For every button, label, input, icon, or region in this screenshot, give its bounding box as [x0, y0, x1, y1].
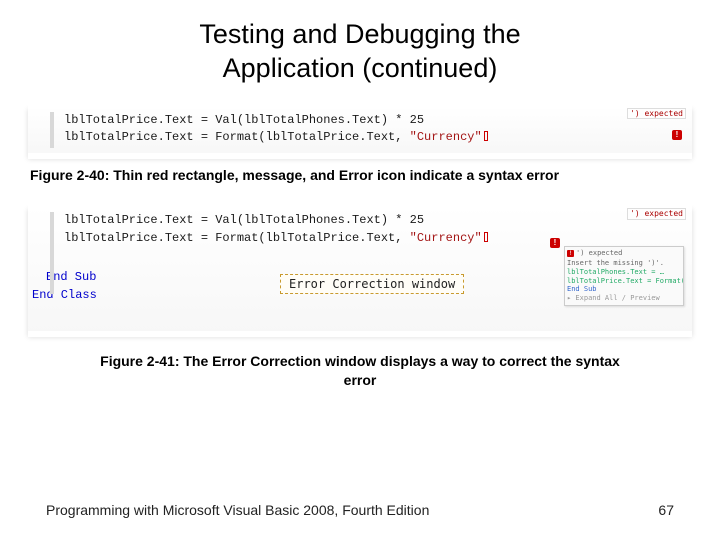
slide-title: Testing and Debugging the Application (c…	[0, 0, 720, 98]
code-line: lblTotalPrice.Text = Format(lblTotalPric…	[64, 129, 684, 146]
syntax-error-rectangle	[484, 131, 488, 141]
figure-2-40-code-strip: lblTotalPrice.Text = Val(lblTotalPhones.…	[28, 106, 692, 156]
syntax-error-rectangle	[484, 232, 488, 242]
code-line: lblTotalPrice.Text = Val(lblTotalPhones.…	[64, 112, 684, 129]
page-number: 67	[658, 502, 674, 518]
error-icon: !	[672, 130, 682, 140]
error-correction-window-label: Error Correction window	[280, 274, 464, 294]
code-text: lblTotalPrice.Text = Format(lblTotalPric…	[64, 130, 410, 144]
code-string-literal: "Currency"	[410, 130, 482, 144]
code-line: lblTotalPrice.Text = Format(lblTotalPric…	[64, 230, 684, 247]
code-text: lblTotalPrice.Text = Format(lblTotalPric…	[64, 231, 410, 245]
code-text: lblTotalPrice.Text = Val(lblTotalPhones.…	[64, 113, 424, 127]
slide-footer: Programming with Microsoft Visual Basic …	[0, 502, 720, 518]
error-expected-tag: ') expected	[627, 208, 686, 220]
panel-header-text: ') expected	[576, 249, 622, 258]
panel-preview-end-sub: End Sub	[567, 285, 681, 294]
panel-expand-link: ▸ Expand All / Preview	[567, 294, 681, 303]
panel-error-icon: !	[567, 250, 574, 257]
title-line-2: Application (continued)	[223, 53, 498, 83]
code-gutter	[50, 112, 54, 148]
code-gutter	[50, 212, 54, 294]
figure-2-41-code-strip: lblTotalPrice.Text = Val(lblTotalPhones.…	[28, 206, 692, 334]
code-line: lblTotalPrice.Text = Val(lblTotalPhones.…	[64, 212, 684, 229]
error-correction-panel: ! ') expected Insert the missing ')'. lb…	[564, 246, 684, 306]
error-icon: !	[550, 238, 560, 248]
panel-header: ! ') expected	[567, 249, 681, 258]
panel-preview-line: lblTotalPhones.Text = …	[567, 268, 681, 277]
panel-preview-line: lblTotalPrice.Text = Format(…	[567, 277, 681, 286]
error-expected-tag: ') expected	[627, 108, 686, 120]
figure-2-41-caption: Figure 2-41: The Error Correction window…	[100, 352, 620, 390]
code-text: lblTotalPrice.Text = Val(lblTotalPhones.…	[64, 213, 424, 227]
book-title: Programming with Microsoft Visual Basic …	[46, 502, 429, 518]
title-line-1: Testing and Debugging the	[199, 19, 520, 49]
code-string-literal: "Currency"	[410, 231, 482, 245]
figure-2-40-caption: Figure 2-40: Thin red rectangle, message…	[30, 166, 720, 185]
panel-suggestion: Insert the missing ')'.	[567, 259, 681, 268]
